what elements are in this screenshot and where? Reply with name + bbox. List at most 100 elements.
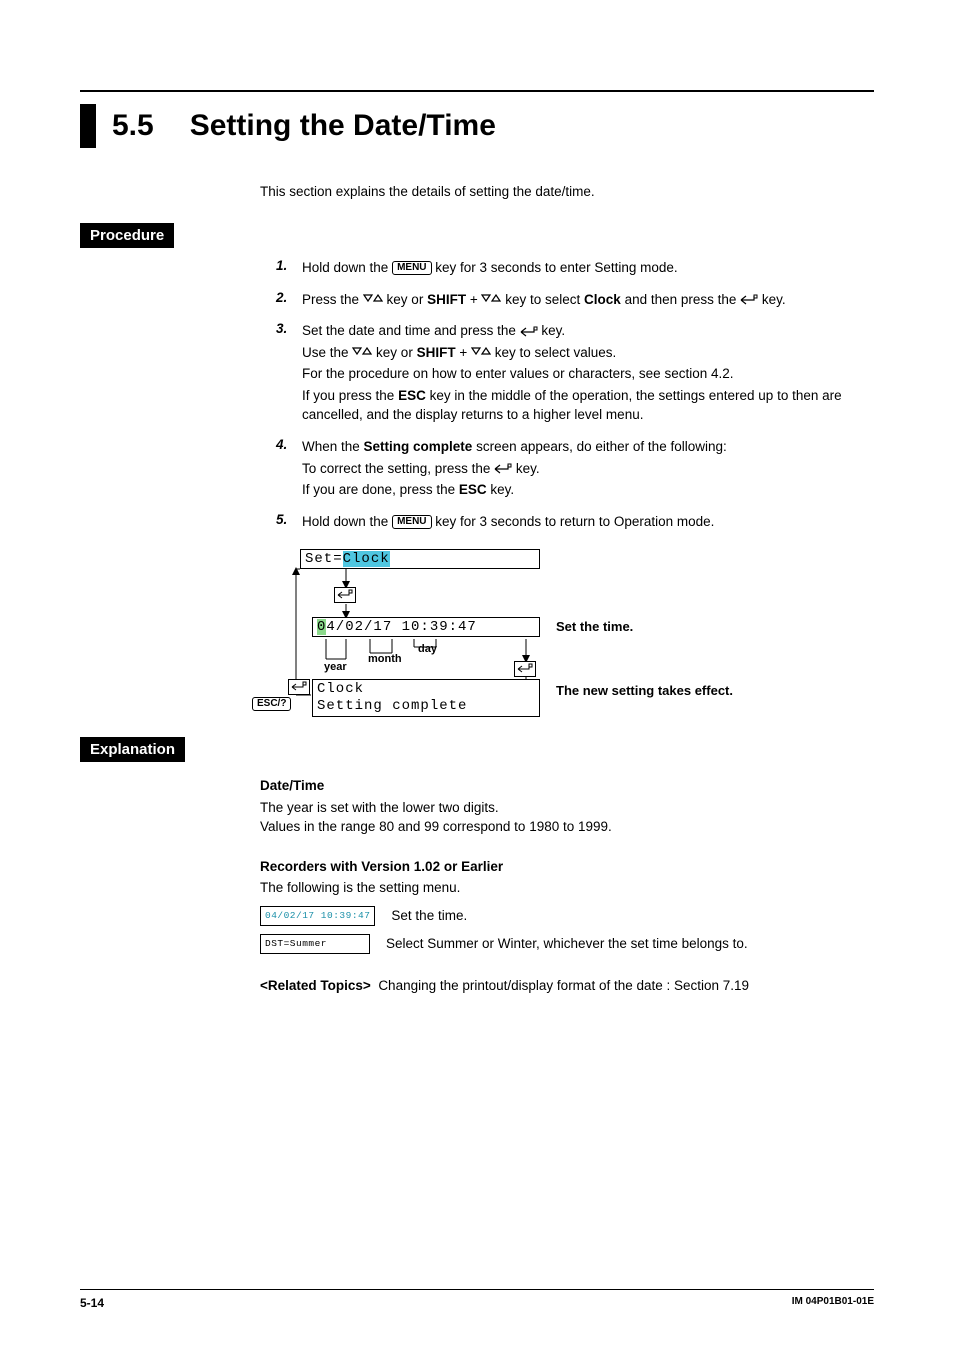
lcd-row-3: ClockSetting complete <box>312 679 540 717</box>
menu-key-icon: MENU <box>392 515 431 529</box>
enter-key-icon <box>494 463 512 475</box>
step-number: 5. <box>276 512 302 534</box>
text: key to select values. <box>495 345 617 360</box>
text: Press the <box>302 292 363 307</box>
mini-lcd-label: Set the time. <box>391 906 467 926</box>
text: key. <box>541 323 565 338</box>
page: 5.5 Setting the Date/Time This section e… <box>0 0 954 1350</box>
text: Values in the range 80 and 99 correspond… <box>260 817 874 837</box>
lcd-highlight: 0 <box>317 619 326 635</box>
lcd-text: 4/02/17 10:39:47 <box>326 619 476 635</box>
esc-key: ESC <box>459 482 487 497</box>
effect-note: The new setting takes effect. <box>556 683 733 698</box>
day-label: day <box>418 643 437 655</box>
text: To correct the setting, press the <box>302 461 494 476</box>
step-number: 1. <box>276 258 302 280</box>
related-text: Changing the printout/display format of … <box>378 978 749 993</box>
section-number: 5.5 <box>112 104 154 148</box>
text: When the <box>302 439 364 454</box>
step-body: Set the date and time and press the key.… <box>302 321 874 427</box>
step-body: Hold down the MENU key for 3 seconds to … <box>302 512 874 534</box>
text: The year is set with the lower two digit… <box>260 798 874 818</box>
step-number: 3. <box>276 321 302 427</box>
lcd-text: Setting complete <box>317 698 467 714</box>
mini-row: 04/02/17 10:39:47 Set the time. <box>260 906 874 926</box>
text: key. <box>490 482 514 497</box>
enter-key-icon <box>334 587 356 603</box>
page-footer: 5-14 IM 04P01B01-01E <box>80 1289 874 1310</box>
doc-id: IM 04P01B01-01E <box>792 1296 874 1310</box>
text: If you press the <box>302 388 398 403</box>
enter-key-icon <box>520 326 538 338</box>
procedure-label: Procedure <box>80 223 174 248</box>
clock-word: Clock <box>584 292 621 307</box>
lcd-flow-diagram: Set=Clock 04/02/17 10:39:47 year month d… <box>276 549 836 719</box>
mini-lcd-dst: DST=Summer <box>260 934 370 954</box>
down-up-icon <box>481 294 501 306</box>
procedure-step: 1. Hold down the MENU key for 3 seconds … <box>276 258 874 280</box>
text: key. <box>762 292 786 307</box>
text: key to select <box>505 292 584 307</box>
related-heading: <Related Topics> <box>260 978 371 993</box>
procedure-step: 4. When the Setting complete screen appe… <box>276 437 874 502</box>
text: key for 3 seconds to enter Setting mode. <box>435 260 677 275</box>
text: key or <box>376 345 417 360</box>
text: + <box>459 345 471 360</box>
text: Use the <box>302 345 352 360</box>
step-body: Hold down the MENU key for 3 seconds to … <box>302 258 874 280</box>
procedure-step: 2. Press the key or SHIFT + key to selec… <box>276 290 874 312</box>
text: screen appears, do either of the followi… <box>476 439 727 454</box>
esc-key-icon: ESC/? <box>252 697 291 711</box>
down-up-icon <box>363 294 383 306</box>
text: The following is the setting menu. <box>260 878 874 898</box>
text: For the procedure on how to enter values… <box>302 364 874 384</box>
shift-key: SHIFT <box>427 292 466 307</box>
text: key. <box>516 461 540 476</box>
lcd-text: Clock <box>317 681 364 697</box>
set-time-note: Set the time. <box>556 619 633 634</box>
title-row: 5.5 Setting the Date/Time <box>80 104 874 148</box>
page-number: 5-14 <box>80 1296 104 1310</box>
text: key for 3 seconds to return to Operation… <box>435 514 714 529</box>
down-up-icon <box>471 347 491 359</box>
lcd-highlight: Clock <box>343 551 390 567</box>
menu-key-icon: MENU <box>392 261 431 275</box>
step-body: When the Setting complete screen appears… <box>302 437 874 502</box>
step-body: Press the key or SHIFT + key to select C… <box>302 290 874 312</box>
procedure-list: 1. Hold down the MENU key for 3 seconds … <box>276 258 874 533</box>
text: + <box>470 292 482 307</box>
setting-complete-word: Setting complete <box>364 439 473 454</box>
enter-key-icon <box>514 661 536 677</box>
down-up-icon <box>352 347 372 359</box>
month-label: month <box>368 653 402 665</box>
text: Hold down the <box>302 260 392 275</box>
procedure-step: 3. Set the date and time and press the k… <box>276 321 874 427</box>
enter-key-icon <box>740 294 758 306</box>
explanation-label: Explanation <box>80 737 185 762</box>
text: Set the date and time and press the <box>302 323 520 338</box>
title-bar <box>80 104 96 148</box>
mini-row: DST=Summer Select Summer or Winter, whic… <box>260 934 874 954</box>
date-time-heading: Date/Time <box>260 776 874 796</box>
text: and then press the <box>625 292 741 307</box>
text: Hold down the <box>302 514 392 529</box>
intro-text: This section explains the details of set… <box>260 184 874 199</box>
text: If you are done, press the <box>302 482 459 497</box>
mini-lcd-label: Select Summer or Winter, whichever the s… <box>386 934 748 954</box>
explanation-block: Date/Time The year is set with the lower… <box>260 776 874 995</box>
top-rule <box>80 90 874 92</box>
procedure-step: 5. Hold down the MENU key for 3 seconds … <box>276 512 874 534</box>
enter-key-icon <box>288 679 310 695</box>
lcd-row-2: 04/02/17 10:39:47 <box>312 617 540 637</box>
related-topics: <Related Topics> Changing the printout/d… <box>260 976 874 996</box>
section-title: Setting the Date/Time <box>190 104 496 148</box>
text: key or <box>387 292 428 307</box>
year-label: year <box>324 661 347 673</box>
lcd-row-1: Set=Clock <box>300 549 540 569</box>
mini-lcd-time: 04/02/17 10:39:47 <box>260 906 375 926</box>
step-number: 2. <box>276 290 302 312</box>
recorders-heading: Recorders with Version 1.02 or Earlier <box>260 857 874 877</box>
lcd-text: Set= <box>305 551 343 567</box>
step-number: 4. <box>276 437 302 502</box>
esc-key: ESC <box>398 388 426 403</box>
